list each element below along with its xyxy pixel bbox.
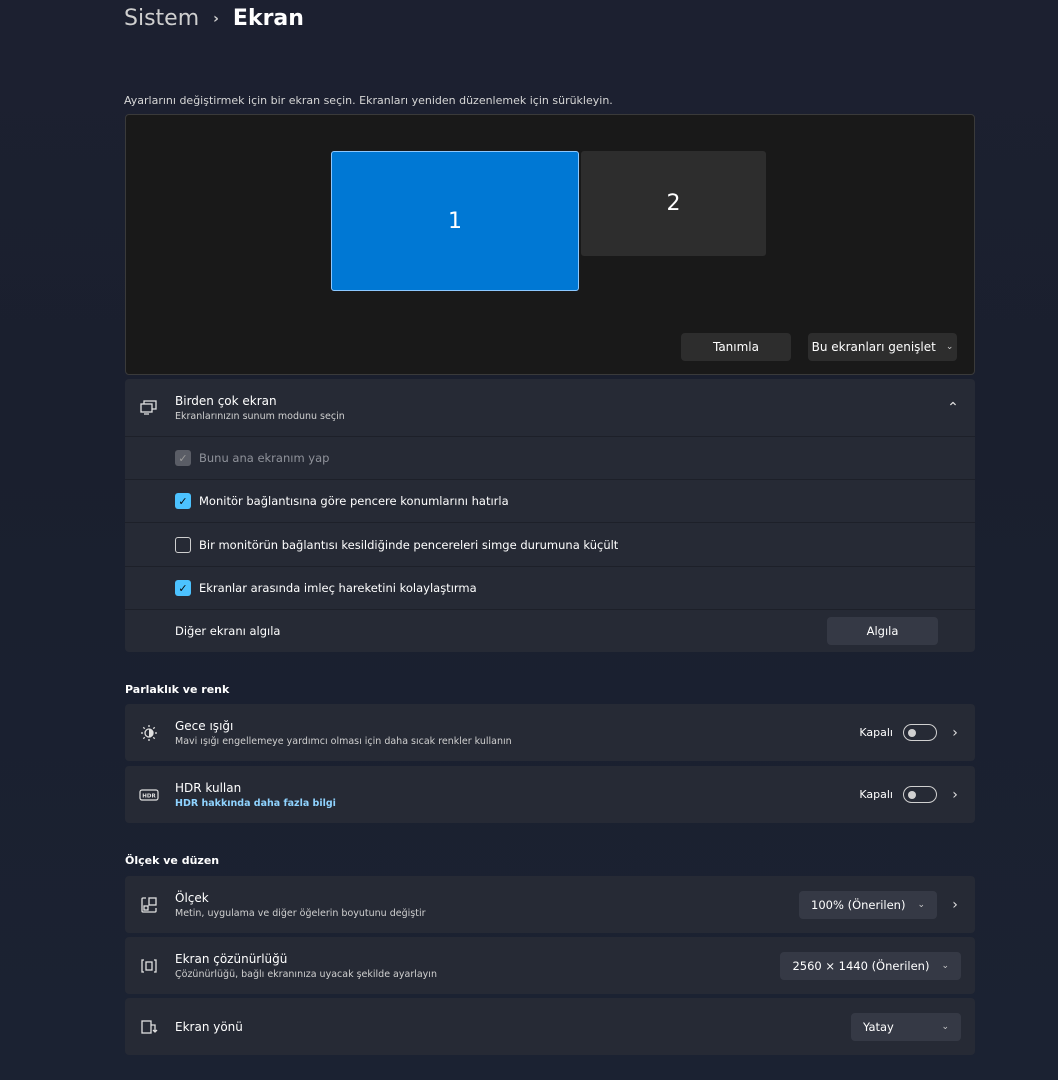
scale-title: Ölçek [175,890,209,905]
detect-button-label: Algıla [866,624,899,638]
chevron-down-icon: ⌄ [945,342,954,352]
option-minimize-windows: Bir monitörün bağlantısı kesildiğinde pe… [125,522,975,566]
hdr-icon: HDR [139,785,159,805]
option-remember-windows: ✓ Monitör bağlantısına göre pencere konu… [125,479,975,522]
cursor-movement-checkbox[interactable]: ✓ [175,580,191,596]
extend-displays-dropdown[interactable]: Bu ekranları genişlet ⌄ [808,333,957,361]
night-light-title: Gece ışığı [175,718,234,733]
remember-windows-label: Monitör bağlantısına göre pencere konuml… [199,494,509,508]
main-display-checkbox: ✓ [175,450,191,466]
hdr-title: HDR kullan [175,780,242,795]
remember-windows-checkbox[interactable]: ✓ [175,493,191,509]
hdr-learn-more-link[interactable]: HDR hakkında daha fazla bilgi [175,798,336,809]
night-light-toggle[interactable] [903,724,937,741]
chevron-down-icon: ⌄ [941,1021,949,1032]
breadcrumb-parent[interactable]: Sistem [124,6,199,31]
orientation-card: Ekran yönü Yatay ⌄ [125,998,975,1055]
option-main-display: ✓ Bunu ana ekranım yap [125,436,975,479]
detect-display-label: Diğer ekranı algıla [175,624,281,638]
night-light-card[interactable]: Gece ışığı Mavi ışığı engellemeye yardım… [125,704,975,761]
multi-monitor-icon [139,398,159,418]
detect-button[interactable]: Algıla [827,617,938,645]
svg-text:HDR: HDR [142,793,156,799]
multiple-displays-subtitle: Ekranlarınızın sunum modunu seçin [175,410,345,422]
resolution-dropdown[interactable]: 2560 × 1440 (Önerilen) ⌄ [780,951,961,980]
resolution-value: 2560 × 1440 (Önerilen) [792,958,930,973]
arrange-instructions: Ayarlarını değiştirmek için bir ekran se… [124,94,613,107]
resolution-subtitle: Çözünürlüğü, bağlı ekranınıza uyacak şek… [175,968,437,980]
monitor-1[interactable]: 1 [331,151,579,291]
monitor-2-label: 2 [666,191,681,216]
scale-dropdown[interactable]: 100% (Önerilen) ⌄ [799,890,937,919]
display-arrange-panel: 1 2 Tanımla Bu ekranları genişlet ⌄ [125,114,975,375]
night-light-state: Kapalı [859,726,893,739]
chevron-right-icon: › [213,10,219,27]
minimize-windows-label: Bir monitörün bağlantısı kesildiğinde pe… [199,537,619,552]
multiple-displays-title: Birden çok ekran [175,393,277,408]
chevron-right-icon[interactable]: › [947,897,963,913]
scale-value: 100% (Önerilen) [811,897,906,912]
cursor-movement-label: Ekranlar arasında imleç hareketini kolay… [199,581,477,595]
detect-display-row: Diğer ekranı algıla Algıla [125,609,975,652]
breadcrumb: Sistem › Ekran [124,6,304,31]
night-light-subtitle: Mavi ışığı engellemeye yardımcı olması i… [175,735,512,747]
orientation-dropdown[interactable]: Yatay ⌄ [851,1012,961,1041]
extend-label: Bu ekranları genişlet [811,340,936,354]
monitor-1-label: 1 [448,208,462,234]
hdr-toggle[interactable] [903,786,937,803]
multiple-displays-card: Birden çok ekran Ekranlarınızın sunum mo… [125,379,975,652]
monitor-2[interactable]: 2 [581,151,766,256]
scale-card[interactable]: Ölçek Metin, uygulama ve diğer öğelerin … [125,876,975,933]
scale-icon [139,895,159,915]
identify-label: Tanımla [712,340,759,354]
chevron-down-icon: ⌄ [941,960,949,971]
hdr-card[interactable]: HDR HDR kullan HDR hakkında daha fazla b… [125,766,975,823]
resolution-icon [139,956,159,976]
option-cursor-movement: ✓ Ekranlar arasında imleç hareketini kol… [125,566,975,609]
minimize-windows-checkbox[interactable] [175,536,191,553]
orientation-title: Ekran yönü [175,1019,243,1034]
chevron-right-icon[interactable]: › [947,725,963,741]
chevron-up-icon[interactable]: ⌃ [945,400,961,416]
orientation-icon [139,1017,159,1037]
resolution-card: Ekran çözünürlüğü Çözünürlüğü, bağlı ekr… [125,937,975,994]
brightness-section-header: Parlaklık ve renk [125,683,230,696]
night-light-icon [139,723,159,743]
orientation-value: Yatay [863,1019,894,1034]
multiple-displays-header[interactable]: Birden çok ekran Ekranlarınızın sunum mo… [125,379,975,436]
scale-subtitle: Metin, uygulama ve diğer öğelerin boyutu… [175,907,426,919]
chevron-right-icon[interactable]: › [947,787,963,803]
main-display-label: Bunu ana ekranım yap [199,451,330,465]
identify-button[interactable]: Tanımla [681,333,791,361]
hdr-state: Kapalı [859,788,893,801]
chevron-down-icon: ⌄ [917,899,925,910]
resolution-title: Ekran çözünürlüğü [175,951,288,966]
scale-section-header: Ölçek ve düzen [125,854,220,867]
page-title: Ekran [232,6,304,31]
